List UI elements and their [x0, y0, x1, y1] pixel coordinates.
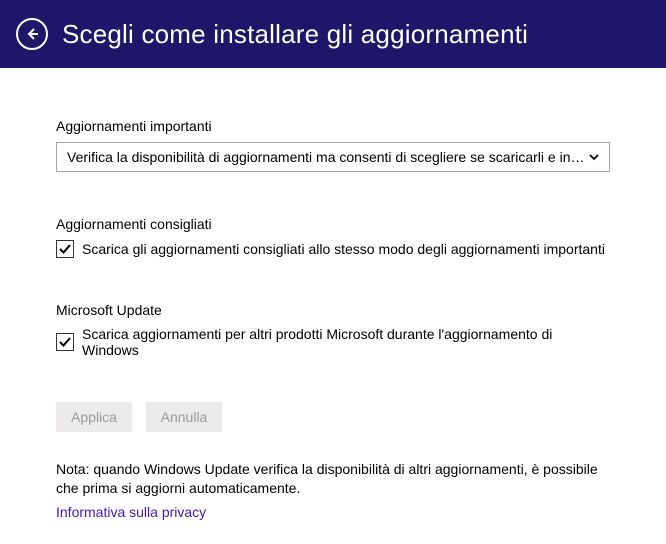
header-bar: Scegli come installare gli aggiornamenti	[0, 0, 666, 68]
checkmark-icon	[58, 242, 72, 256]
back-arrow-icon	[24, 26, 40, 42]
checkmark-icon	[58, 335, 72, 349]
important-updates-label: Aggiornamenti importanti	[56, 118, 610, 134]
microsoft-update-checkbox-row: Scarica aggiornamenti per altri prodotti…	[56, 326, 610, 358]
privacy-link[interactable]: Informativa sulla privacy	[56, 504, 206, 520]
chevron-down-icon	[587, 150, 601, 164]
note-text: Nota: quando Windows Update verifica la …	[56, 460, 610, 498]
recommended-checkbox[interactable]	[56, 240, 74, 258]
page-title: Scegli come installare gli aggiornamenti	[62, 19, 528, 50]
microsoft-update-label: Microsoft Update	[56, 302, 610, 318]
microsoft-update-checkbox[interactable]	[56, 333, 74, 351]
apply-button[interactable]: Applica	[56, 402, 132, 432]
important-updates-group: Aggiornamenti importanti Verifica la dis…	[56, 118, 610, 172]
microsoft-update-checkbox-label: Scarica aggiornamenti per altri prodotti…	[82, 326, 610, 358]
important-updates-dropdown[interactable]: Verifica la disponibilità di aggiornamen…	[56, 142, 610, 172]
recommended-checkbox-row: Scarica gli aggiornamenti consigliati al…	[56, 240, 610, 258]
microsoft-update-group: Microsoft Update Scarica aggiornamenti p…	[56, 302, 610, 358]
recommended-updates-label: Aggiornamenti consigliati	[56, 216, 610, 232]
back-button[interactable]	[16, 18, 48, 50]
dropdown-selected-value: Verifica la disponibilità di aggiornamen…	[67, 149, 587, 165]
content-area: Aggiornamenti importanti Verifica la dis…	[0, 68, 666, 520]
button-row: Applica Annulla	[56, 402, 610, 432]
cancel-button[interactable]: Annulla	[146, 402, 222, 432]
recommended-updates-group: Aggiornamenti consigliati Scarica gli ag…	[56, 216, 610, 258]
recommended-checkbox-label: Scarica gli aggiornamenti consigliati al…	[82, 241, 605, 257]
